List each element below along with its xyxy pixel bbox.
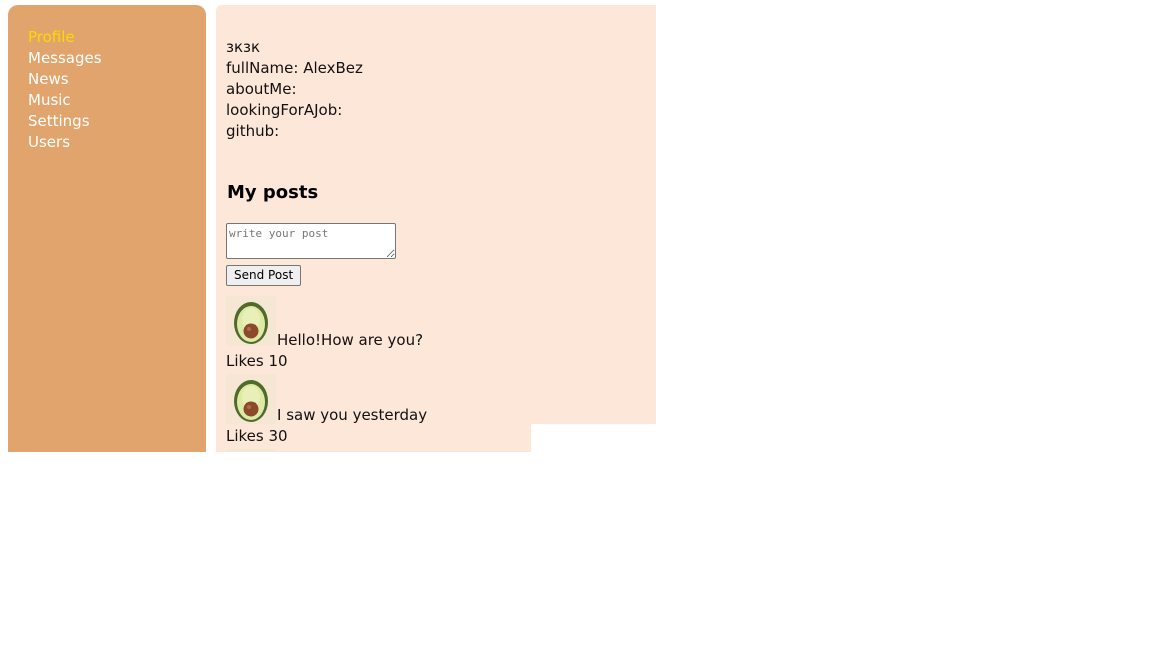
profile-github: github: (226, 122, 280, 140)
avocado-icon (226, 449, 276, 452)
profile-about-me: aboutMe: (226, 80, 297, 98)
new-post-textarea[interactable] (226, 223, 396, 259)
post-likes: Likes 30 (226, 427, 288, 445)
nav-list: Profile Messages News Music Settings Use… (28, 27, 102, 153)
profile-looking-for-job: lookingForAJob: (226, 101, 343, 119)
send-post-button[interactable]: Send Post (226, 265, 302, 286)
nav-item-news[interactable]: News (28, 69, 102, 90)
profile-status: зкзк (226, 38, 261, 56)
avocado-icon (226, 296, 276, 346)
nav-item-profile[interactable]: Profile (28, 27, 102, 48)
profile-fullname: fullName: AlexBez (226, 59, 363, 77)
post-message: I saw you yesterday (277, 406, 428, 424)
my-posts-heading: My posts (227, 182, 319, 203)
nav-item-music[interactable]: Music (28, 90, 102, 111)
post-likes: Likes 10 (226, 352, 288, 370)
nav-item-messages[interactable]: Messages (28, 48, 102, 69)
nav-item-settings[interactable]: Settings (28, 111, 102, 132)
nav-item-users[interactable]: Users (28, 132, 102, 153)
avocado-icon (226, 374, 276, 424)
sidebar-nav: Profile Messages News Music Settings Use… (8, 5, 206, 452)
post-message: Hello!How are you? (277, 331, 424, 349)
